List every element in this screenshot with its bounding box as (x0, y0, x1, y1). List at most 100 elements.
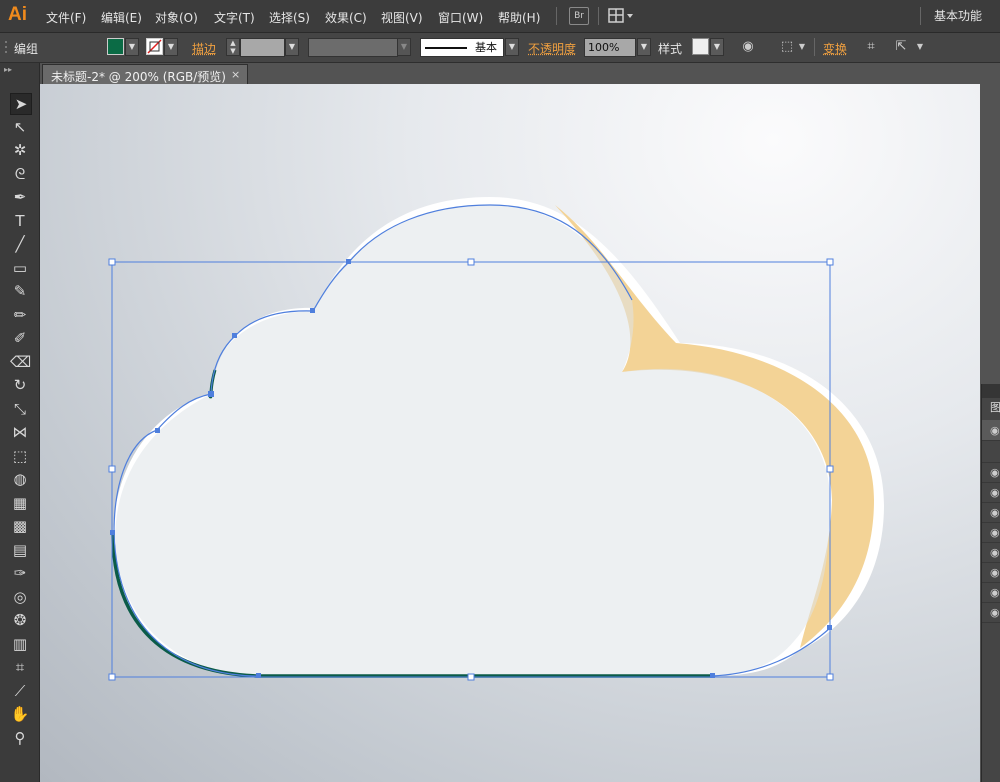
layer-row[interactable]: ◉ (982, 602, 1000, 623)
eyedropper-tool[interactable]: ✑ (10, 563, 30, 583)
free-transform-tool[interactable]: ⬚ (10, 446, 30, 466)
line-segment-tool[interactable]: ╱ (10, 234, 30, 254)
artboard-canvas[interactable] (40, 84, 980, 782)
pencil-tool[interactable]: ✏ (10, 305, 30, 325)
bounding-box-handle[interactable] (467, 673, 475, 681)
slice-tool[interactable]: ⟋ (10, 681, 30, 701)
pen-tool[interactable]: ✒ (10, 187, 30, 207)
layer-row[interactable]: ◉ (982, 502, 1000, 523)
workspace-switcher[interactable]: 基本功能 (934, 7, 982, 24)
menu-select[interactable]: 选择(S) (269, 9, 310, 26)
visibility-eye-icon[interactable]: ◉ (990, 606, 1000, 619)
layer-row[interactable] (982, 442, 1000, 463)
layers-panel-header[interactable] (982, 384, 1000, 398)
graphic-style-swatch[interactable] (692, 38, 709, 55)
bridge-button[interactable]: Br (569, 7, 589, 25)
stroke-weight-stepper[interactable]: ▲ ▼ (226, 38, 240, 56)
menu-view[interactable]: 视图(V) (381, 9, 423, 26)
opacity-field[interactable]: 100% (584, 38, 636, 57)
anchor-point[interactable] (232, 333, 237, 338)
visibility-eye-icon[interactable]: ◉ (990, 466, 1000, 479)
bounding-box-handle[interactable] (826, 673, 834, 681)
visibility-eye-icon[interactable]: ◉ (990, 486, 1000, 499)
column-graph-tool[interactable]: ▥ (10, 634, 30, 654)
bounding-box-handle[interactable] (826, 465, 834, 473)
anchor-point[interactable] (208, 391, 214, 397)
graphic-style-dropdown-icon[interactable]: ▼ (710, 38, 724, 56)
menu-file[interactable]: 文件(F) (46, 9, 86, 26)
visibility-eye-icon[interactable]: ◉ (990, 526, 1000, 539)
eraser-tool[interactable]: ⌫ (10, 352, 31, 372)
menu-effect[interactable]: 效果(C) (325, 9, 367, 26)
layer-row[interactable]: ◉ (982, 562, 1000, 583)
fill-dropdown-icon[interactable]: ▼ (125, 38, 139, 56)
paintbrush-tool[interactable]: ✎ (10, 281, 30, 301)
anchor-point[interactable] (310, 308, 315, 313)
type-tool[interactable]: T (10, 211, 30, 231)
panel-options-dropdown-icon[interactable]: ▼ (912, 39, 928, 55)
perspective-grid-tool[interactable]: ▦ (10, 493, 30, 513)
bounding-box-handle[interactable] (467, 258, 475, 266)
opacity-label[interactable]: 不透明度 (528, 40, 576, 57)
recolor-artwork-icon[interactable]: ◉ (740, 39, 756, 55)
stroke-swatch[interactable] (146, 38, 163, 55)
layers-tab[interactable]: 图 (990, 399, 1000, 415)
transform-label[interactable]: 变换 (823, 40, 847, 57)
bounding-box-handle[interactable] (108, 673, 116, 681)
zoom-tool[interactable]: ⚲ (10, 728, 30, 748)
layer-row[interactable]: ◉ (982, 582, 1000, 603)
direct-selection-tool[interactable]: ↖ (10, 117, 30, 137)
selection-tool[interactable]: ➤ (10, 93, 32, 115)
align-to-icon[interactable]: ⬚ (779, 39, 795, 55)
shape-builder-tool[interactable]: ◍ (10, 469, 30, 489)
blob-brush-tool[interactable]: ✐ (10, 328, 30, 348)
layer-row[interactable]: ◉ (982, 420, 1000, 441)
menu-help[interactable]: 帮助(H) (498, 9, 540, 26)
stroke-dropdown-icon[interactable]: ▼ (164, 38, 178, 56)
layer-row[interactable]: ◉ (982, 522, 1000, 543)
hand-tool[interactable]: ✋ (10, 704, 30, 724)
stroke-label[interactable]: 描边 (192, 40, 216, 57)
rectangle-tool[interactable]: ▭ (10, 258, 30, 278)
arrange-documents-button[interactable] (608, 8, 634, 24)
stroke-weight-dropdown-icon[interactable]: ▼ (285, 38, 299, 56)
visibility-eye-icon[interactable]: ◉ (990, 424, 1000, 437)
visibility-eye-icon[interactable]: ◉ (990, 586, 1000, 599)
cloud-body-shape[interactable] (115, 205, 830, 676)
brush-definition-field[interactable]: 基本 (420, 38, 504, 57)
visibility-eye-icon[interactable]: ◉ (990, 566, 1000, 579)
variable-width-profile-field[interactable] (308, 38, 398, 57)
close-tab-icon[interactable]: × (231, 68, 240, 81)
bounding-box-handle[interactable] (826, 258, 834, 266)
menu-object[interactable]: 对象(O) (155, 9, 198, 26)
menu-edit[interactable]: 编辑(E) (101, 9, 142, 26)
bounding-box-handle[interactable] (108, 465, 116, 473)
gradient-tool[interactable]: ▤ (10, 540, 30, 560)
fill-swatch[interactable] (107, 38, 124, 55)
align-dropdown-icon[interactable]: ▼ (794, 39, 810, 55)
isolate-group-icon[interactable]: ⌗ (863, 39, 879, 55)
visibility-eye-icon[interactable]: ◉ (990, 506, 1000, 519)
panel-options-icon[interactable]: ⇱ (893, 39, 909, 55)
collapse-panel-icon[interactable]: ▸▸ (4, 65, 12, 74)
visibility-eye-icon[interactable]: ◉ (990, 546, 1000, 559)
variable-width-dropdown-icon[interactable]: ▼ (397, 38, 411, 56)
brush-definition-dropdown-icon[interactable]: ▼ (505, 38, 519, 56)
lasso-tool[interactable]: ᘓ (10, 164, 30, 184)
stroke-weight-field[interactable] (240, 38, 285, 57)
layer-row[interactable]: ◉ (982, 542, 1000, 563)
layer-row[interactable]: ◉ (982, 462, 1000, 483)
rotate-tool[interactable]: ↻ (10, 375, 30, 395)
magic-wand-tool[interactable]: ✲ (10, 140, 30, 160)
blend-tool[interactable]: ◎ (10, 587, 30, 607)
bounding-box-handle[interactable] (108, 258, 116, 266)
anchor-point[interactable] (155, 428, 160, 433)
width-tool[interactable]: ⋈ (10, 422, 30, 442)
menu-window[interactable]: 窗口(W) (438, 9, 483, 26)
layer-row[interactable]: ◉ (982, 482, 1000, 503)
document-tab[interactable]: 未标题-2* @ 200% (RGB/预览) × (42, 64, 248, 85)
symbol-sprayer-tool[interactable]: ❂ (10, 610, 30, 630)
mesh-tool[interactable]: ▩ (10, 516, 30, 536)
menu-type[interactable]: 文字(T) (214, 9, 255, 26)
opacity-dropdown-icon[interactable]: ▼ (637, 38, 651, 56)
